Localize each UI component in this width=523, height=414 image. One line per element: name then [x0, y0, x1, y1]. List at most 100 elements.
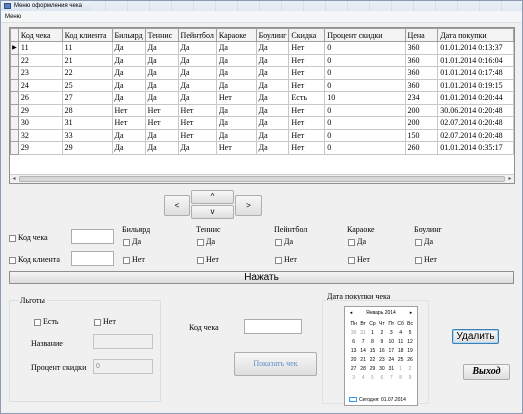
table-cell[interactable]: 26 — [17, 91, 63, 105]
table-cell[interactable]: Нет — [215, 141, 257, 155]
press-button[interactable]: Нажать — [9, 271, 514, 284]
service-no-checkbox[interactable] — [197, 256, 204, 264]
table-cell[interactable]: Да — [215, 116, 257, 130]
calendar-day[interactable]: 12 — [405, 338, 414, 347]
calendar-day[interactable]: 9 — [377, 338, 386, 347]
table-cell[interactable]: 01.01.2014 0:16:04 — [437, 53, 514, 67]
calendar-day[interactable]: 8 — [396, 374, 405, 383]
calendar-day[interactable]: 26 — [405, 356, 414, 365]
benefits-yes-option[interactable]: Есть — [34, 317, 59, 326]
table-row[interactable]: 29 28 Нет Нет Нет Да Да Нет 0 200 30.06.2014 0:20:… — [10, 103, 514, 117]
table-row[interactable]: 29 29 Да Да Да Нет Да Нет 0 260 01.01.2014 0:35:17 — [10, 141, 514, 155]
table-cell[interactable]: Нет — [288, 103, 326, 117]
table-cell[interactable]: Нет — [288, 78, 326, 92]
row-selector[interactable] — [10, 103, 19, 117]
table-cell[interactable]: 29 — [61, 141, 113, 155]
benefit-name-input[interactable] — [93, 334, 153, 349]
table-cell[interactable]: 22 — [17, 53, 63, 67]
table-cell[interactable]: Нет — [288, 116, 326, 130]
table-cell[interactable]: Да — [255, 116, 290, 130]
column-header[interactable]: Боулинг — [255, 28, 290, 42]
table-cell[interactable]: Да — [215, 78, 257, 92]
service-no-checkbox[interactable] — [415, 256, 422, 264]
calendar-day[interactable]: 25 — [396, 356, 405, 365]
up-button[interactable]: ^ — [191, 190, 234, 204]
row-selector[interactable] — [10, 78, 19, 92]
table-cell[interactable]: 30.06.2014 0:20:48 — [437, 103, 514, 117]
calendar-day[interactable]: 28 — [358, 365, 367, 374]
calendar-day[interactable]: 1 — [396, 365, 405, 374]
calendar-day[interactable]: 30 — [349, 329, 358, 338]
table-cell[interactable]: Нет — [215, 91, 257, 105]
table-cell[interactable]: Да — [144, 41, 179, 55]
table-cell[interactable]: 27 — [61, 91, 113, 105]
table-cell[interactable]: Да — [144, 128, 179, 142]
column-header[interactable]: Теннис — [144, 28, 179, 42]
next-record-button[interactable]: > — [235, 195, 262, 216]
calendar-day[interactable]: 13 — [349, 347, 358, 356]
table-cell[interactable]: 31 — [61, 116, 113, 130]
table-cell[interactable]: Нет — [288, 53, 326, 67]
row-selector[interactable] — [10, 116, 19, 130]
show-check-button[interactable]: Показать чек — [234, 352, 317, 376]
exit-button[interactable]: Выход — [463, 364, 510, 380]
calendar-day[interactable]: 8 — [368, 338, 377, 347]
check-code-filter[interactable]: Код чека — [9, 233, 48, 242]
menu-item-menu[interactable]: Меню — [5, 14, 21, 20]
row-selector[interactable] — [10, 91, 19, 105]
table-cell[interactable]: Да — [144, 78, 179, 92]
calendar-day[interactable]: 10 — [387, 338, 396, 347]
table-row[interactable]: 30 31 Нет Нет Нет Да Да Нет 0 200 02.07.2014 0:20:… — [10, 116, 514, 130]
client-code-filter[interactable]: Код клиента — [9, 255, 60, 264]
column-header[interactable]: Караоке — [215, 28, 257, 42]
table-cell[interactable]: 30 — [17, 116, 63, 130]
purchase-date-calendar[interactable]: ◂ Январь 2014 ▸ Пн Вт Ср Чт Пт Сб Вс 30 31 1 2 3 4 5 6… — [344, 306, 418, 406]
table-cell[interactable]: 0 — [324, 53, 406, 67]
table-cell[interactable]: Да — [144, 141, 179, 155]
service-no-option[interactable]: Нет — [415, 255, 437, 264]
table-cell[interactable]: 01.01.2014 0:17:48 — [437, 66, 514, 80]
table-cell[interactable]: 29 — [17, 141, 63, 155]
row-selector[interactable] — [10, 128, 19, 142]
column-header[interactable]: Код чека — [17, 28, 63, 42]
table-cell[interactable]: 32 — [17, 128, 63, 142]
table-cell[interactable]: 02.07.2014 0:20:48 — [437, 128, 514, 142]
calendar-day[interactable]: 4 — [396, 329, 405, 338]
table-cell[interactable]: 360 — [404, 53, 439, 67]
row-selector[interactable] — [10, 66, 19, 80]
column-header[interactable]: Цена — [404, 28, 439, 42]
calendar-day[interactable]: 17 — [387, 347, 396, 356]
table-cell[interactable]: 0 — [324, 41, 406, 55]
table-cell[interactable]: Да — [144, 53, 179, 67]
table-cell[interactable]: 0 — [324, 141, 406, 155]
calendar-day[interactable]: 31 — [387, 365, 396, 374]
calendar-day[interactable]: 6 — [377, 374, 386, 383]
column-header[interactable]: Код клиента — [61, 28, 113, 42]
table-cell[interactable]: Да — [177, 66, 217, 80]
calendar-day[interactable]: 9 — [405, 374, 414, 383]
table-cell[interactable]: 01.01.2014 0:19:15 — [437, 78, 514, 92]
check-code-filter-input[interactable] — [71, 229, 114, 244]
table-cell[interactable]: Да — [177, 53, 217, 67]
table-cell[interactable]: Да — [215, 128, 257, 142]
column-header[interactable]: Процент скидки — [324, 28, 406, 42]
service-no-option[interactable]: Нет — [348, 255, 370, 264]
table-cell[interactable]: Да — [177, 141, 217, 155]
client-code-checkbox[interactable] — [9, 256, 16, 264]
table-cell[interactable]: Да — [177, 78, 217, 92]
table-cell[interactable]: Да — [111, 128, 146, 142]
table-cell[interactable]: Да — [111, 91, 146, 105]
table-cell[interactable]: Нет — [111, 116, 146, 130]
table-cell[interactable]: Нет — [288, 141, 326, 155]
service-yes-checkbox[interactable] — [123, 238, 130, 246]
calendar-day[interactable]: 14 — [358, 347, 367, 356]
table-cell[interactable]: Да — [215, 53, 257, 67]
table-cell[interactable]: Да — [255, 128, 290, 142]
table-cell[interactable]: Да — [255, 66, 290, 80]
row-selector[interactable]: ▶ — [10, 41, 19, 55]
service-yes-checkbox[interactable] — [415, 238, 422, 246]
service-yes-option[interactable]: Да — [123, 237, 141, 246]
table-cell[interactable]: 0 — [324, 128, 406, 142]
service-yes-option[interactable]: Да — [275, 237, 293, 246]
calendar-day[interactable]: 11 — [396, 338, 405, 347]
